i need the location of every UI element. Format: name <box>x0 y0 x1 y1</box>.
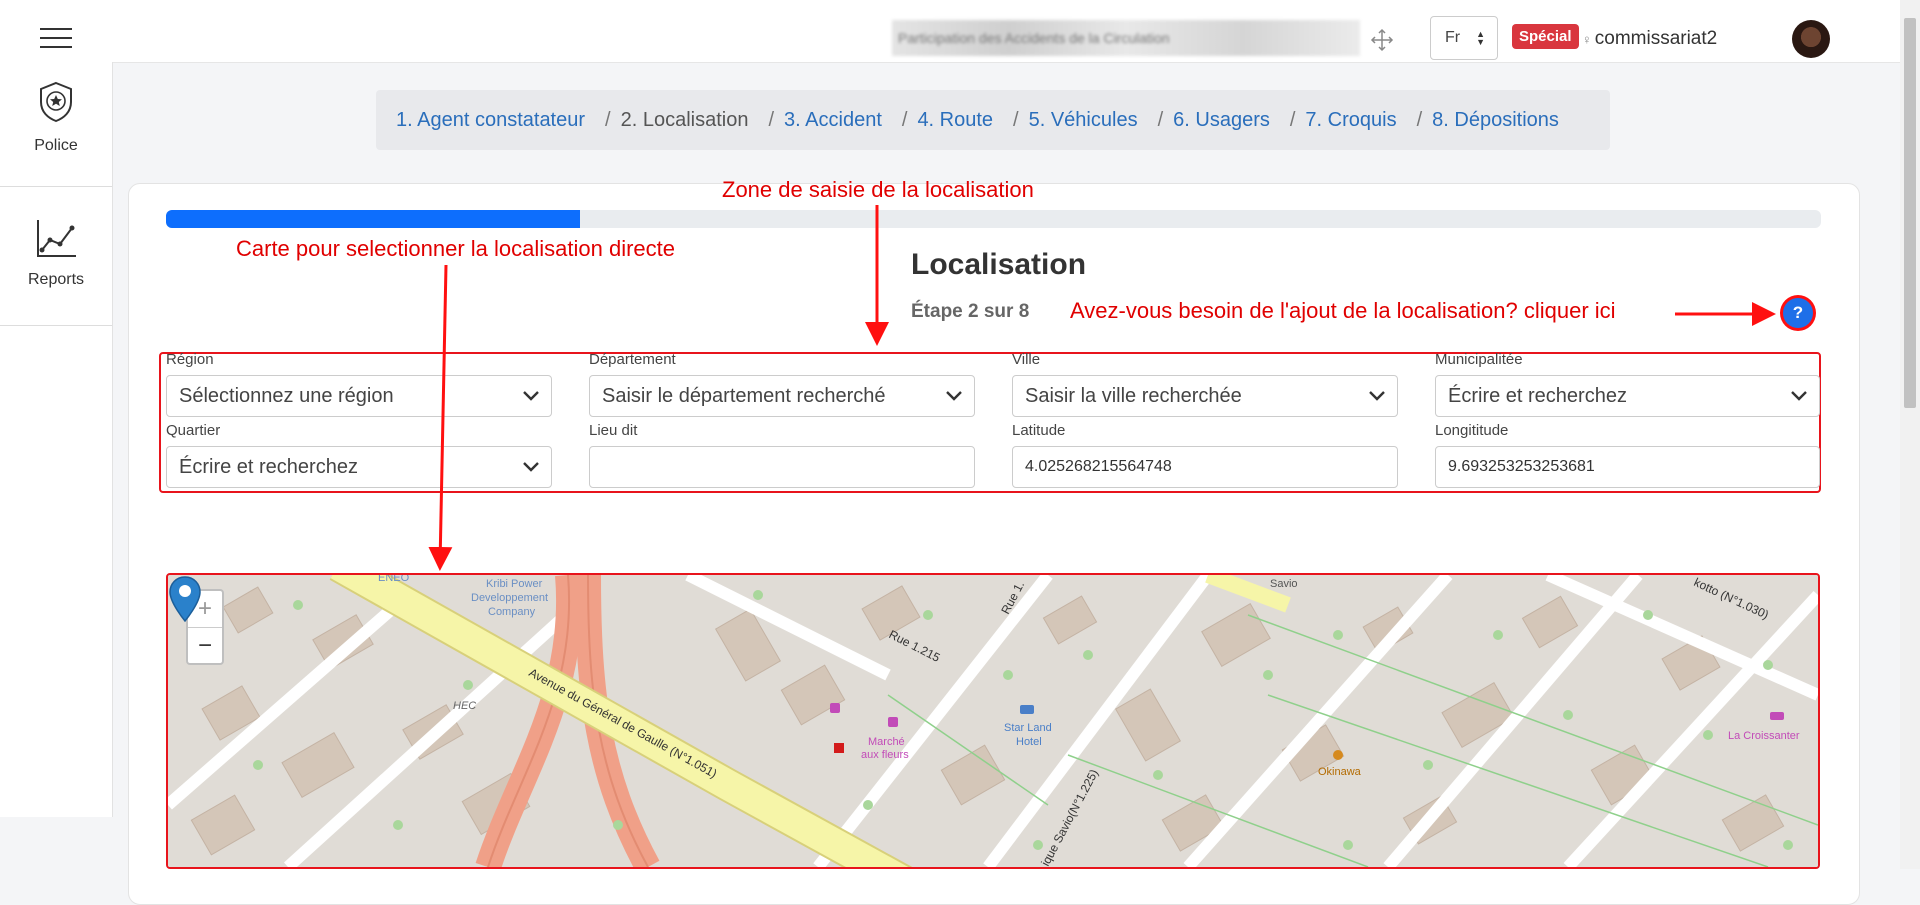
annotation-map: Carte pour selectionner la localisation … <box>236 236 676 261</box>
avatar[interactable] <box>1792 20 1830 58</box>
breadcrumb-step-3[interactable]: 3. Accident <box>784 109 882 132</box>
hamburger-menu-icon[interactable] <box>40 28 72 48</box>
svg-text:Developpement: Developpement <box>471 592 548 604</box>
quartier-label: Quartier <box>166 422 221 439</box>
sidebar-divider <box>0 186 112 187</box>
map-label-kribi: Kribi Power <box>486 578 543 590</box>
progress-fill <box>166 210 580 228</box>
step-breadcrumb: 1. Agent constatateur / 2. Localisation … <box>376 90 1610 150</box>
user-menu[interactable]: ♀ commissariat2 <box>1582 28 1717 50</box>
step-indicator: Étape 2 sur 8 <box>911 301 1030 322</box>
page-scrollbar[interactable] <box>1900 0 1920 869</box>
location-map[interactable]: ENEO Kribi Power Developpement Company H… <box>166 573 1820 869</box>
annotation-zone: Zone de saisie de la localisation <box>722 177 1034 202</box>
map-label-okinawa: Okinawa <box>1318 766 1362 778</box>
departement-label: Département <box>589 351 676 368</box>
ville-label: Ville <box>1012 351 1041 368</box>
sort-arrows-icon: ▲ ▼ <box>1476 29 1485 47</box>
map-label-hec: HEC <box>453 700 476 712</box>
breadcrumb-step-5[interactable]: 5. Véhicules <box>1029 109 1138 132</box>
map-label-croissanter: La Croissanter <box>1728 730 1800 742</box>
sidebar-item-label: Police <box>34 137 78 154</box>
chevron-down-icon <box>1369 391 1385 401</box>
municipalite-select[interactable]: Écrire et recherchez <box>1435 375 1820 417</box>
progress-bar <box>166 210 1821 228</box>
svg-text:Hotel: Hotel <box>1016 736 1042 748</box>
breadcrumb-step-2: 2. Localisation <box>620 108 749 131</box>
scrollbar-thumb[interactable] <box>1904 18 1916 408</box>
breadcrumb-step-6[interactable]: 6. Usagers <box>1173 109 1270 132</box>
breadcrumb-step-8[interactable]: 8. Dépositions <box>1432 109 1559 132</box>
ville-select[interactable]: Saisir la ville recherchée <box>1012 375 1398 417</box>
chevron-down-icon <box>523 462 539 472</box>
map-label-eneo: ENEO <box>378 575 410 584</box>
departement-select[interactable]: Saisir le département recherché <box>589 375 975 417</box>
username-label: commissariat2 <box>1594 28 1718 49</box>
latitude-label: Latitude <box>1012 422 1066 439</box>
chevron-down-icon <box>1791 391 1807 401</box>
user-icon: ♀ <box>1582 32 1592 47</box>
municipalite-label: Municipalitée <box>1435 351 1523 368</box>
annotation-help: Avez-vous besoin de l'ajout de la locali… <box>1070 298 1616 323</box>
breadcrumb-step-4[interactable]: 4. Route <box>917 109 993 132</box>
special-badge: Spécial <box>1512 24 1579 49</box>
move-arrows-icon[interactable] <box>1370 24 1394 56</box>
location-pin-icon[interactable] <box>168 575 202 623</box>
map-label-savio: Savio <box>1270 578 1298 590</box>
sidebar-item-police[interactable]: Police <box>0 80 112 155</box>
sidebar-item-label: Reports <box>27 271 85 288</box>
lieu-dit-input[interactable] <box>589 446 975 488</box>
region-select[interactable]: Sélectionnez une région <box>166 375 552 417</box>
latitude-input[interactable]: 4.025268215564748 <box>1012 446 1398 488</box>
breadcrumb-step-7[interactable]: 7. Croquis <box>1305 109 1396 132</box>
region-label: Région <box>166 351 214 368</box>
chevron-down-icon <box>523 391 539 401</box>
sidebar-divider <box>0 325 112 326</box>
longitude-input[interactable]: 9.693253253253681 <box>1435 446 1820 488</box>
svg-text:aux fleurs: aux fleurs <box>861 749 909 761</box>
line-chart-icon <box>37 220 76 257</box>
map-tiles: ENEO Kribi Power Developpement Company H… <box>168 575 1818 867</box>
language-select[interactable]: Fr ▲ ▼ <box>1430 16 1498 60</box>
breadcrumb-step-1[interactable]: 1. Agent constatateur <box>396 109 585 132</box>
lieu-dit-label: Lieu dit <box>589 422 638 439</box>
page-title: Localisation <box>911 248 1087 281</box>
sidebar-item-reports[interactable]: Reports <box>0 218 112 289</box>
add-location-help-button[interactable]: ? <box>1783 298 1813 328</box>
map-label-marche: Marché <box>868 736 905 748</box>
top-navbar: Participation des Accidents de la Circul… <box>0 0 1900 63</box>
blurred-page-title: Participation des Accidents de la Circul… <box>892 20 1360 56</box>
svg-text:Company: Company <box>488 606 536 618</box>
chevron-down-icon <box>946 391 962 401</box>
quartier-select[interactable]: Écrire et recherchez <box>166 446 552 488</box>
longitude-label: Longititude <box>1435 422 1509 439</box>
map-label-starland: Star Land <box>1004 722 1052 734</box>
police-badge-icon <box>40 81 72 123</box>
zoom-out-button[interactable]: − <box>188 628 222 664</box>
sidebar: Police Reports <box>0 62 113 817</box>
